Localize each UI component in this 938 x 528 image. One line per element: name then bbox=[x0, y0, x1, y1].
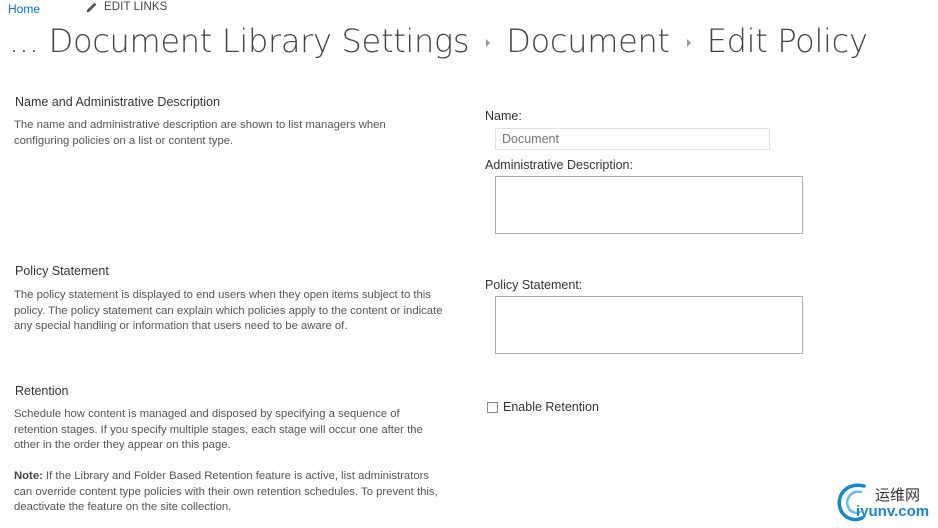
admin-description-textarea[interactable] bbox=[495, 176, 803, 234]
name-input[interactable] bbox=[495, 128, 770, 150]
policy-statement-label: Policy Statement: bbox=[485, 278, 583, 292]
section-title-name: Name and Administrative Description bbox=[15, 95, 220, 109]
section-title-policy: Policy Statement bbox=[15, 264, 109, 278]
edit-links-label: EDIT LINKS bbox=[104, 1, 168, 13]
breadcrumb-arrow-icon bbox=[486, 39, 491, 47]
home-link[interactable]: Home bbox=[8, 2, 40, 16]
section-desc-policy: The policy statement is displayed to end… bbox=[14, 289, 443, 332]
name-label: Name: bbox=[485, 109, 522, 123]
pencil-icon bbox=[87, 2, 97, 12]
crumb-edit-policy: Edit Policy bbox=[706, 22, 868, 60]
section-desc-name: The name and administrative description … bbox=[14, 119, 386, 147]
section-title-retention: Retention bbox=[15, 384, 69, 398]
enable-retention-option[interactable]: Enable Retention bbox=[487, 400, 599, 414]
title-ellipsis[interactable]: ... bbox=[9, 22, 39, 60]
enable-retention-label: Enable Retention bbox=[503, 400, 599, 414]
watermark-chinese: 运维网 bbox=[875, 486, 921, 504]
admin-description-label: Administrative Description: bbox=[485, 158, 633, 172]
watermark-logo: 运维网 iyunv.com bbox=[834, 480, 938, 526]
retention-note: Note: If the Library and Folder Based Re… bbox=[14, 469, 450, 516]
policy-statement-textarea[interactable] bbox=[495, 296, 803, 354]
breadcrumb-arrow-icon bbox=[686, 39, 691, 47]
section-desc-retention: Schedule how content is managed and disp… bbox=[14, 408, 423, 451]
enable-retention-checkbox[interactable] bbox=[487, 401, 498, 413]
edit-links-button[interactable]: EDIT LINKS bbox=[86, 1, 167, 13]
page-title: ... Document Library Settings Document E… bbox=[9, 22, 868, 60]
top-nav: Home bbox=[8, 1, 40, 17]
crumb-document[interactable]: Document bbox=[506, 22, 670, 60]
crumb-document-library-settings[interactable]: Document Library Settings bbox=[49, 22, 470, 60]
watermark-domain: iyunv.com bbox=[856, 503, 930, 520]
retention-note-label: Note: bbox=[14, 470, 43, 482]
retention-note-text: If the Library and Folder Based Retentio… bbox=[14, 470, 438, 513]
